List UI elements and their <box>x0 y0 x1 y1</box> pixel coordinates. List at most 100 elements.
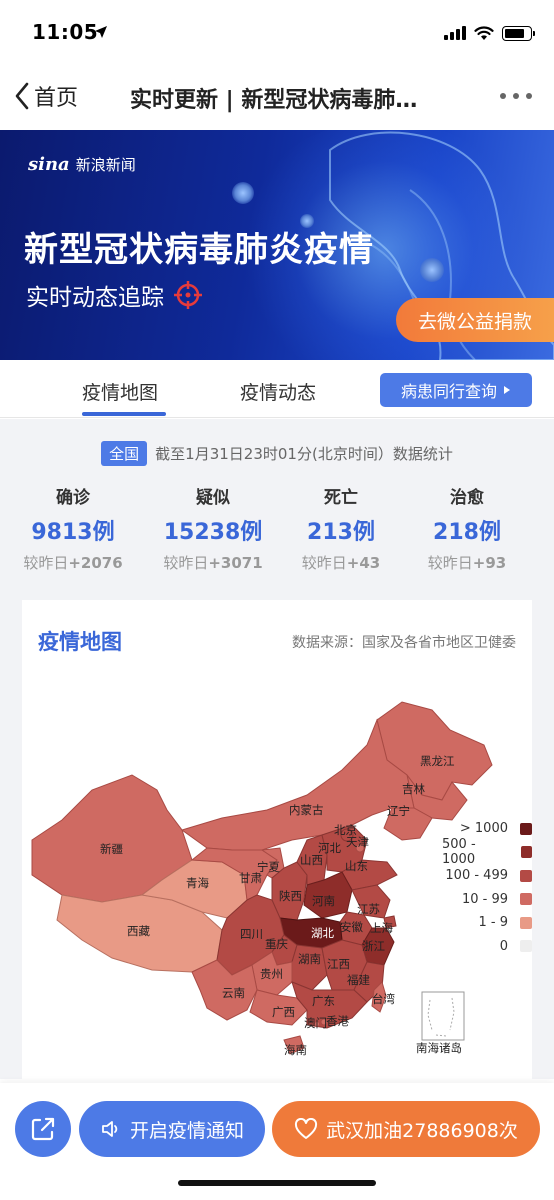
tab-epidemic-news[interactable]: 疫情动态 <box>240 378 316 405</box>
share-icon <box>31 1117 55 1141</box>
label-shanxi: 山西 <box>300 853 323 867</box>
page-title: 实时更新 | 新型冠状病毒肺炎疫情地图 <box>130 88 420 113</box>
stat-delta: 较昨日+3071 <box>163 554 263 572</box>
label-guizhou: 贵州 <box>260 967 283 981</box>
label-jiangsu: 江苏 <box>357 902 380 916</box>
cellular-signal-icon <box>444 26 466 40</box>
legend-item: 0 <box>442 935 532 959</box>
tab-active-indicator <box>82 412 166 416</box>
label-jilin: 吉林 <box>402 782 425 796</box>
share-button[interactable] <box>15 1101 71 1157</box>
map-source: 数据来源：国家及各省市地区卫健委 <box>292 635 516 651</box>
stats-timestamp: 截至1月31日23时01分(北京时间）数据统计 <box>155 445 453 463</box>
label-xinjiang: 新疆 <box>100 842 123 856</box>
label-chongqing: 重庆 <box>265 937 288 951</box>
label-nanhai: 南海诸岛 <box>416 1041 462 1055</box>
label-ningxia: 宁夏 <box>257 860 280 874</box>
stats-header: 全国 截至1月31日23时01分(北京时间）数据统计 <box>0 441 554 466</box>
stat-delta: 较昨日+2076 <box>23 554 123 572</box>
label-neimenggu: 内蒙古 <box>289 803 324 817</box>
notify-label: 开启疫情通知 <box>129 1119 244 1142</box>
status-bar: 11:05 <box>0 0 554 62</box>
chevron-left-icon <box>15 82 29 110</box>
label-liaoning: 辽宁 <box>387 804 410 818</box>
banner-title: 新型冠状病毒肺炎疫情 <box>24 230 374 270</box>
nav-bar: 首页 实时更新 | 新型冠状病毒肺炎疫情地图 <box>0 62 554 130</box>
wifi-icon <box>474 25 494 40</box>
label-taiwan: 台湾 <box>372 992 395 1006</box>
label-henan: 河南 <box>312 894 335 908</box>
stat-label: 确诊 <box>56 488 90 508</box>
battery-icon <box>502 25 535 41</box>
label-hainan: 海南 <box>284 1043 307 1057</box>
label-sichuan: 四川 <box>240 927 263 941</box>
banner-brand: sina 新浪新闻 <box>28 154 136 175</box>
label-guangdong: 广东 <box>312 994 335 1008</box>
banner-subtitle: 实时动态追踪 <box>26 278 202 312</box>
stat-value: 15238例 <box>163 520 263 545</box>
stat-delta: 较昨日+93 <box>427 554 507 572</box>
stat-value: 218例 <box>433 520 501 545</box>
peer-query-label: 病患同行查询 <box>400 382 497 401</box>
label-xianggang: 香港 <box>326 1014 349 1028</box>
stat-deaths: 死亡 213例 较昨日+43 <box>276 483 406 573</box>
stat-delta: 较昨日+43 <box>301 554 381 572</box>
label-shanghai: 上海 <box>370 921 393 935</box>
province-neimenggu[interactable] <box>180 718 415 851</box>
label-xizang: 西藏 <box>127 924 150 938</box>
label-zhejiang: 浙江 <box>362 939 385 953</box>
donate-button[interactable]: 去微公益捐款 <box>396 298 554 342</box>
stat-label: 治愈 <box>450 488 484 508</box>
back-label: 首页 <box>34 86 79 111</box>
legend-item: 500 - 1000 <box>442 837 532 867</box>
heart-icon <box>295 1118 318 1139</box>
label-qinghai: 青海 <box>186 876 209 890</box>
play-arrow-icon <box>504 386 510 394</box>
enable-notification-button[interactable]: 开启疫情通知 <box>79 1101 265 1157</box>
sina-logo: sina <box>28 154 70 175</box>
stat-label: 疑似 <box>196 488 230 508</box>
label-fujian: 福建 <box>347 973 370 987</box>
label-anhui: 安徽 <box>340 920 363 934</box>
banner-subtitle-text: 实时动态追踪 <box>26 285 164 311</box>
cheer-wuhan-button[interactable]: 武汉加油27886908次 <box>272 1101 540 1157</box>
label-aomen: 澳门 <box>304 1016 327 1030</box>
more-options-icon[interactable] <box>498 86 534 106</box>
location-arrow-icon <box>95 26 107 38</box>
stat-suspected: 疑似 15238例 较昨日+3071 <box>148 483 278 573</box>
home-indicator <box>178 1180 376 1186</box>
virus-decoration <box>232 182 254 204</box>
legend-item: 100 - 499 <box>442 864 532 888</box>
label-hunan: 湖南 <box>298 952 321 966</box>
label-guangxi: 广西 <box>272 1005 295 1019</box>
map-legend: > 1000 500 - 1000 100 - 499 10 - 99 1 - … <box>442 817 532 958</box>
crosshair-icon <box>174 281 202 309</box>
stat-label: 死亡 <box>324 488 358 508</box>
back-button[interactable]: 首页 <box>14 80 78 112</box>
virus-decoration <box>420 258 444 282</box>
map-card: 疫情地图 数据来源：国家及各省市地区卫健委 黑龙江 吉林 辽宁 内蒙古 北京 天… <box>22 600 532 1080</box>
legend-item: 10 - 99 <box>442 888 532 912</box>
stat-value: 213例 <box>307 520 375 545</box>
stat-recovered: 治愈 218例 较昨日+93 <box>402 483 532 573</box>
stat-confirmed: 确诊 9813例 较昨日+2076 <box>8 483 138 573</box>
cheer-label: 武汉加油27886908次 <box>326 1119 518 1142</box>
label-heilongjiang: 黑龙江 <box>420 754 455 768</box>
speaker-icon <box>102 1121 118 1137</box>
tab-bar: 疫情地图 疫情动态 病患同行查询 <box>0 360 554 418</box>
map-title: 疫情地图 <box>38 630 122 654</box>
label-shandong: 山东 <box>345 859 368 873</box>
label-yunnan: 云南 <box>222 986 245 1000</box>
label-hubei: 湖北 <box>311 926 334 940</box>
peer-query-button[interactable]: 病患同行查询 <box>380 373 532 407</box>
label-shaanxi: 陕西 <box>279 889 302 903</box>
legend-item: 1 - 9 <box>442 911 532 935</box>
banner-brand-name: 新浪新闻 <box>75 156 136 174</box>
scope-badge[interactable]: 全国 <box>101 441 148 466</box>
label-tianjin: 天津 <box>346 835 369 849</box>
label-jiangxi: 江西 <box>327 957 350 971</box>
stat-value: 9813例 <box>31 520 115 545</box>
tab-epidemic-map[interactable]: 疫情地图 <box>82 378 158 405</box>
status-time: 11:05 <box>32 20 99 44</box>
status-indicators <box>444 24 535 42</box>
